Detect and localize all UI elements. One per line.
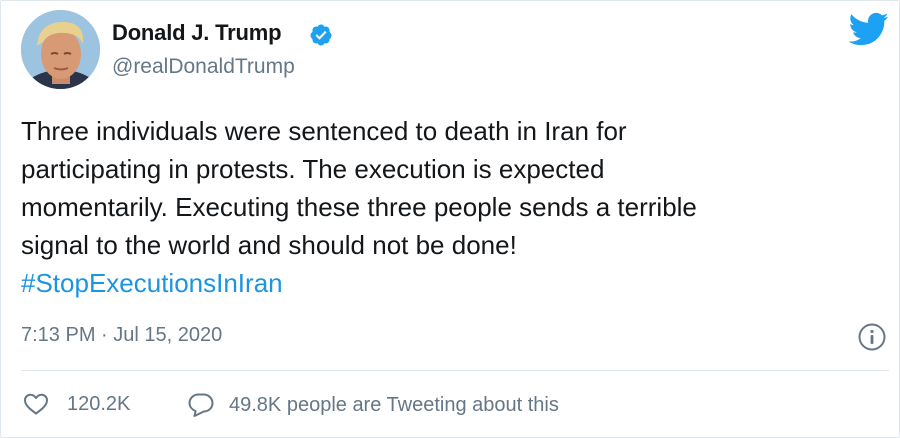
tweet-card: Donald J. Trump @realDonaldTrump Three i… xyxy=(0,0,900,438)
tweet-text-line: Three individuals were sentenced to deat… xyxy=(21,116,627,146)
tweet-text-line: signal to the world and should not be do… xyxy=(21,230,517,260)
conversation-text: 49.8K people are Tweeting about this xyxy=(229,393,559,416)
handle[interactable]: @realDonaldTrump xyxy=(112,55,295,79)
display-name[interactable]: Donald J. Trump xyxy=(112,20,282,46)
avatar[interactable] xyxy=(21,10,100,89)
tweet-text-line: momentarily. Executing these three peopl… xyxy=(21,192,697,222)
divider xyxy=(21,370,889,371)
verified-badge-icon xyxy=(310,24,332,46)
info-icon[interactable] xyxy=(857,322,887,352)
twitter-bird-icon[interactable] xyxy=(847,11,889,47)
heart-icon xyxy=(24,393,48,415)
timestamp-link[interactable]: 7:13 PM · Jul 15, 2020 xyxy=(21,324,222,347)
speech-bubble-icon xyxy=(188,393,214,417)
like-count: 120.2K xyxy=(67,392,131,415)
tweet-text: Three individuals were sentenced to deat… xyxy=(21,112,881,302)
hashtag-link[interactable]: #StopExecutionsInIran xyxy=(21,264,881,302)
like-button[interactable]: 120.2K xyxy=(23,392,130,416)
conversation-button[interactable]: 49.8K people are Tweeting about this xyxy=(187,392,559,418)
tweet-text-line: participating in protests. The execution… xyxy=(21,154,605,184)
